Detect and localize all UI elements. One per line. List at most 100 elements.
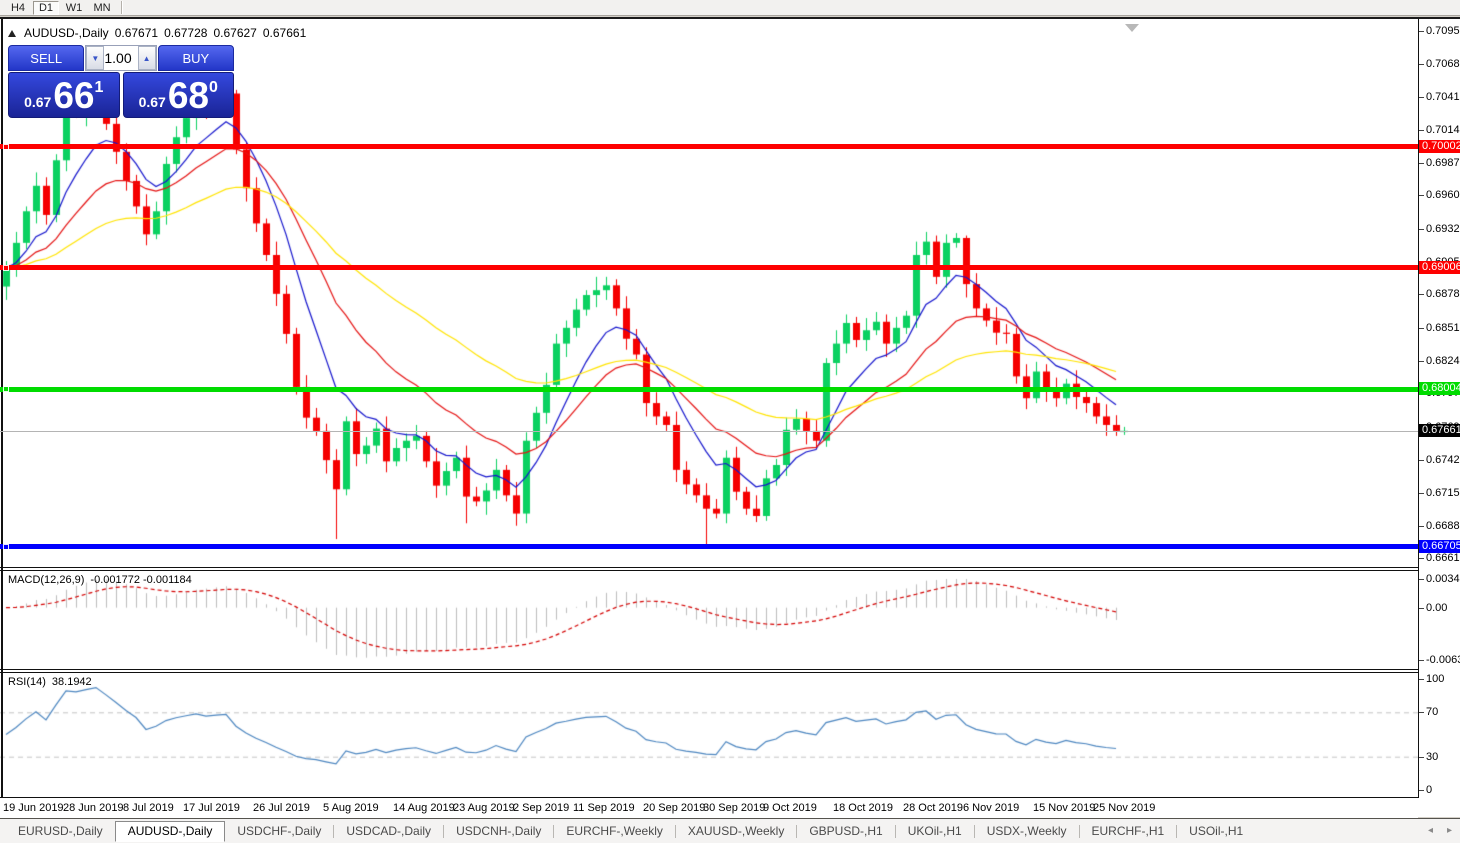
price-tick xyxy=(1419,229,1424,230)
timeframe-button-w1[interactable]: W1 xyxy=(61,1,87,15)
line-price-label: 0.68004 xyxy=(1419,382,1460,395)
macd-tick xyxy=(1419,579,1424,580)
price-tick-label: 0.70140 xyxy=(1426,124,1460,136)
chart-tab-usdcad-daily[interactable]: USDCAD-,Daily xyxy=(334,822,443,841)
date-label: 5 Aug 2019 xyxy=(323,802,379,814)
ohlc-low: 0.67627 xyxy=(213,26,256,40)
chart-tab-eurusd-daily[interactable]: EURUSD-,Daily xyxy=(6,822,115,841)
rsi-tick xyxy=(1419,790,1424,791)
price-tick-label: 0.68785 xyxy=(1426,288,1460,300)
rsi-chart[interactable] xyxy=(0,673,1418,797)
tab-scroll-left-icon[interactable]: ◂ xyxy=(1428,825,1433,836)
panel-splitter[interactable] xyxy=(0,567,1460,568)
timeframe-button-mn[interactable]: MN xyxy=(89,1,115,15)
macd-chart[interactable] xyxy=(0,571,1418,668)
rsi-tick-label: 70 xyxy=(1426,706,1438,718)
ohlc-open: 0.67671 xyxy=(115,26,158,40)
sell-price-display[interactable]: 0.67 66 1 xyxy=(8,72,120,118)
buy-button[interactable]: BUY xyxy=(158,45,234,71)
date-label: 19 Jun 2019 xyxy=(3,802,64,814)
chart-tab-xauusd-weekly[interactable]: XAUUSD-,Weekly xyxy=(676,822,796,841)
chart-tab-usoil-h1[interactable]: USOil-,H1 xyxy=(1177,822,1255,841)
timeframe-button-d1[interactable]: D1 xyxy=(33,1,59,15)
price-tick-label: 0.70685 xyxy=(1426,58,1460,70)
date-label: 11 Sep 2019 xyxy=(573,802,635,814)
price-tick-label: 0.68240 xyxy=(1426,355,1460,367)
horizontal-line-0.70002[interactable] xyxy=(0,144,1418,149)
date-label: 20 Sep 2019 xyxy=(643,802,705,814)
timeframe-button-h4[interactable]: H4 xyxy=(5,1,31,15)
scroll-to-end-marker[interactable] xyxy=(1125,24,1139,32)
price-tick xyxy=(1419,294,1424,295)
line-handle[interactable] xyxy=(3,544,9,550)
date-label: 2 Sep 2019 xyxy=(513,802,569,814)
macd-label: MACD(12,26,9) -0.001772 -0.001184 xyxy=(8,574,192,586)
chart-tab-eurchf-weekly[interactable]: EURCHF-,Weekly xyxy=(554,822,674,841)
buy-price-base: 0.67 xyxy=(139,94,166,110)
horizontal-line-0.68004[interactable] xyxy=(0,387,1418,392)
rsi-tick xyxy=(1419,712,1424,713)
chart-window: AUDUSD-,Daily 0.67671 0.67728 0.67627 0.… xyxy=(0,17,1460,817)
chart-tab-audusd-daily[interactable]: AUDUSD-,Daily xyxy=(115,821,226,842)
price-tick-label: 0.68510 xyxy=(1426,322,1460,334)
chart-left-border xyxy=(1,19,3,798)
line-handle[interactable] xyxy=(3,144,9,150)
symbol-period-label: AUDUSD-,Daily xyxy=(24,26,109,40)
date-label: 26 Jul 2019 xyxy=(253,802,310,814)
price-tick xyxy=(1419,97,1424,98)
line-handle[interactable] xyxy=(3,265,9,271)
collapse-panel-icon[interactable] xyxy=(8,30,16,37)
line-handle[interactable] xyxy=(3,386,9,392)
sell-button[interactable]: SELL xyxy=(8,45,84,71)
price-tick-label: 0.70955 xyxy=(1426,25,1460,37)
chart-tab-usdcnh-daily[interactable]: USDCNH-,Daily xyxy=(444,822,553,841)
price-tick xyxy=(1419,558,1424,559)
volume-spinner: ▼ 1.00 ▲ xyxy=(85,45,156,71)
rsi-tick xyxy=(1419,679,1424,680)
buy-price-point: 0 xyxy=(209,79,218,97)
volume-decrease-button[interactable]: ▼ xyxy=(86,46,104,70)
price-tick-label: 0.69600 xyxy=(1426,189,1460,201)
price-tick xyxy=(1419,163,1424,164)
price-tick-label: 0.70415 xyxy=(1426,91,1460,103)
timeframe-toolbar: H4D1W1MN xyxy=(0,0,1460,16)
rsi-value: 38.1942 xyxy=(52,676,92,688)
rsi-name: RSI(14) xyxy=(8,676,46,688)
price-tick-label: 0.69870 xyxy=(1426,157,1460,169)
macd-tick xyxy=(1419,608,1424,609)
macd-values: -0.001772 -0.001184 xyxy=(90,574,191,586)
date-label: 17 Jul 2019 xyxy=(183,802,240,814)
chart-tab-usdx-weekly[interactable]: USDX-,Weekly xyxy=(975,822,1079,841)
price-tick-label: 0.67150 xyxy=(1426,487,1460,499)
price-tick xyxy=(1419,328,1424,329)
sell-price-base: 0.67 xyxy=(24,94,51,110)
date-label: 25 Nov 2019 xyxy=(1093,802,1155,814)
chart-title: AUDUSD-,Daily 0.67671 0.67728 0.67627 0.… xyxy=(8,26,306,40)
chart-tab-gbpusd-h1[interactable]: GBPUSD-,H1 xyxy=(797,822,894,841)
chart-tab-ukoil-h1[interactable]: UKOil-,H1 xyxy=(896,822,974,841)
panel-splitter[interactable] xyxy=(0,669,1460,670)
chart-tab-eurchf-h1[interactable]: EURCHF-,H1 xyxy=(1080,822,1177,841)
line-price-label: 0.66705 xyxy=(1419,540,1460,553)
horizontal-line-0.69006[interactable] xyxy=(0,265,1418,270)
price-tick xyxy=(1419,64,1424,65)
chart-tab-usdchf-daily[interactable]: USDCHF-,Daily xyxy=(225,822,333,841)
price-axis[interactable]: 0.70955 0.70685 0.70415 0.70140 0.69870 0.696… xyxy=(1419,19,1460,798)
date-label: 6 Nov 2019 xyxy=(963,802,1019,814)
horizontal-line-0.66705[interactable] xyxy=(0,544,1418,549)
date-label: 14 Aug 2019 xyxy=(393,802,455,814)
macd-tick-label: 0.00 xyxy=(1426,602,1447,614)
toolbar-separator xyxy=(121,1,123,14)
date-label: 15 Nov 2019 xyxy=(1033,802,1095,814)
macd-name: MACD(12,26,9) xyxy=(8,574,84,586)
buy-price-display[interactable]: 0.67 68 0 xyxy=(123,72,235,118)
price-tick xyxy=(1419,526,1424,527)
price-tick xyxy=(1419,130,1424,131)
volume-increase-button[interactable]: ▲ xyxy=(138,46,156,70)
rsi-tick xyxy=(1419,757,1424,758)
price-tick xyxy=(1419,31,1424,32)
time-axis[interactable]: 19 Jun 201928 Jun 20198 Jul 201917 Jul 2… xyxy=(0,798,1418,819)
volume-value[interactable]: 1.00 xyxy=(104,46,137,70)
date-label: 9 Oct 2019 xyxy=(763,802,817,814)
tab-scroll-right-icon[interactable]: ▸ xyxy=(1447,825,1452,836)
